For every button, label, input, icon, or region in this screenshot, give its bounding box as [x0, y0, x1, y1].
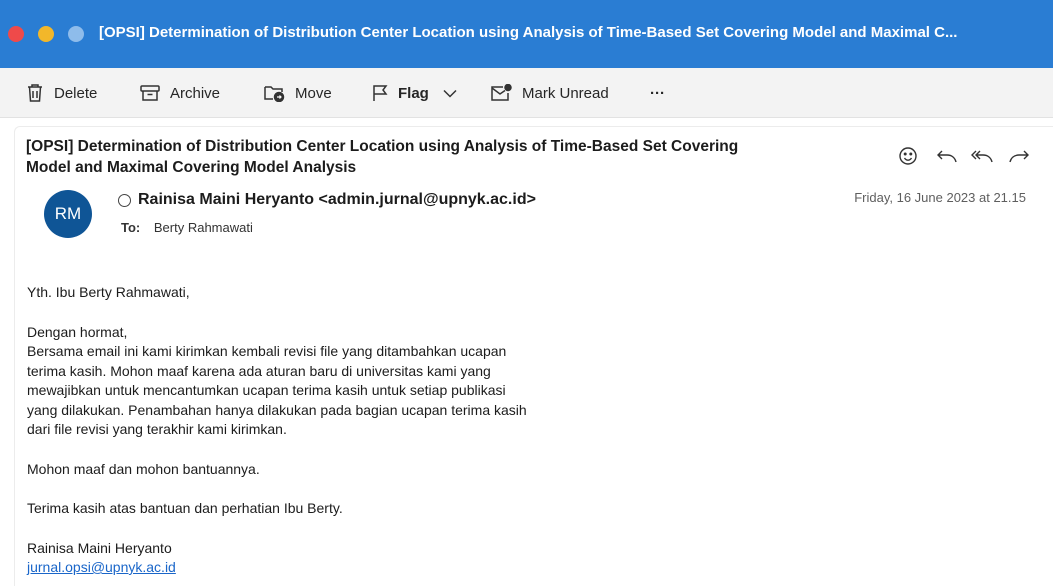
message-date: Friday, 16 June 2023 at 21.15 [854, 190, 1026, 205]
body-line: mewajibkan untuk mencantumkan ucapan ter… [27, 382, 506, 398]
body-line: yang dilakukan. Penambahan hanya dilakuk… [27, 401, 527, 418]
reply-all-icon [971, 150, 993, 163]
body-line: terima kasih. Mohon maaf karena ada atur… [27, 362, 491, 379]
mark-unread-button[interactable]: Mark Unread [490, 68, 609, 118]
folder-move-icon [264, 86, 285, 102]
move-button[interactable]: Move [264, 68, 332, 118]
chevron-down-icon[interactable] [443, 89, 457, 98]
sender-line[interactable]: Rainisa Maini Heryanto <admin.jurnal@upn… [118, 191, 536, 209]
signature-email-link[interactable]: jurnal.opsi@upnyk.ac.id [27, 559, 176, 575]
archive-icon [140, 85, 160, 101]
envelope-unread-icon [491, 84, 512, 101]
archive-label: Archive [170, 84, 221, 102]
avatar[interactable]: RM [44, 190, 92, 238]
body-line: Bersama email ini kami kirimkan kembali … [27, 343, 507, 359]
sender-name: Rainisa Maini Heryanto <admin.jurnal@upn… [138, 191, 536, 208]
recipient-line: To: Berty Rahmawati [121, 220, 253, 235]
more-actions-button[interactable]: ··· [650, 68, 665, 118]
more-icon: ··· [650, 84, 665, 102]
flag-label: Flag [398, 84, 429, 102]
flag-button[interactable]: Flag [372, 68, 457, 118]
to-label: To: [121, 220, 141, 235]
delete-button[interactable]: Delete [26, 68, 97, 118]
forward-button[interactable] [1008, 144, 1030, 168]
move-label: Move [295, 84, 332, 102]
archive-button[interactable]: Archive [140, 68, 220, 118]
reply-all-button[interactable] [970, 144, 994, 168]
reply-button[interactable] [936, 144, 958, 168]
body-thanks: Terima kasih atas bantuan dan perhatian … [27, 500, 343, 516]
zoom-window-button[interactable] [68, 26, 84, 42]
emoji-reaction-button[interactable] [898, 144, 918, 168]
body-line: dari file revisi yang terakhir kami kiri… [27, 421, 287, 437]
message-subject: [OPSI] Determination of Distribution Cen… [26, 136, 846, 178]
subject-line-2: Model and Maximal Covering Model Analysi… [26, 159, 357, 176]
trash-icon [28, 84, 42, 102]
message-toolbar: Delete Archive Move Flag Mark Unread ··· [0, 68, 1053, 118]
mark-unread-label: Mark Unread [522, 84, 609, 102]
window-title: [OPSI] Determination of Distribution Cen… [99, 24, 958, 41]
status-circle-icon [118, 193, 131, 207]
signature-name: Rainisa Maini Heryanto [27, 539, 172, 556]
message-body: Yth. Ibu Berty Rahmawati, Dengan hormat,… [27, 283, 667, 578]
subject-line-1: [OPSI] Determination of Distribution Cen… [26, 138, 739, 155]
minimize-window-button[interactable] [38, 26, 54, 42]
recipient-name[interactable]: Berty Rahmawati [154, 220, 253, 235]
close-window-button[interactable] [8, 26, 24, 42]
delete-label: Delete [54, 84, 98, 102]
body-greeting: Yth. Ibu Berty Rahmawati, [27, 284, 190, 300]
flag-icon [373, 85, 388, 101]
reply-icon [937, 150, 957, 163]
window-titlebar: [OPSI] Determination of Distribution Cen… [0, 0, 1053, 68]
body-apology: Mohon maaf dan mohon bantuannya. [27, 460, 260, 477]
forward-icon [1009, 150, 1029, 163]
emoji-icon [899, 147, 917, 165]
body-opening: Dengan hormat, [27, 323, 128, 340]
